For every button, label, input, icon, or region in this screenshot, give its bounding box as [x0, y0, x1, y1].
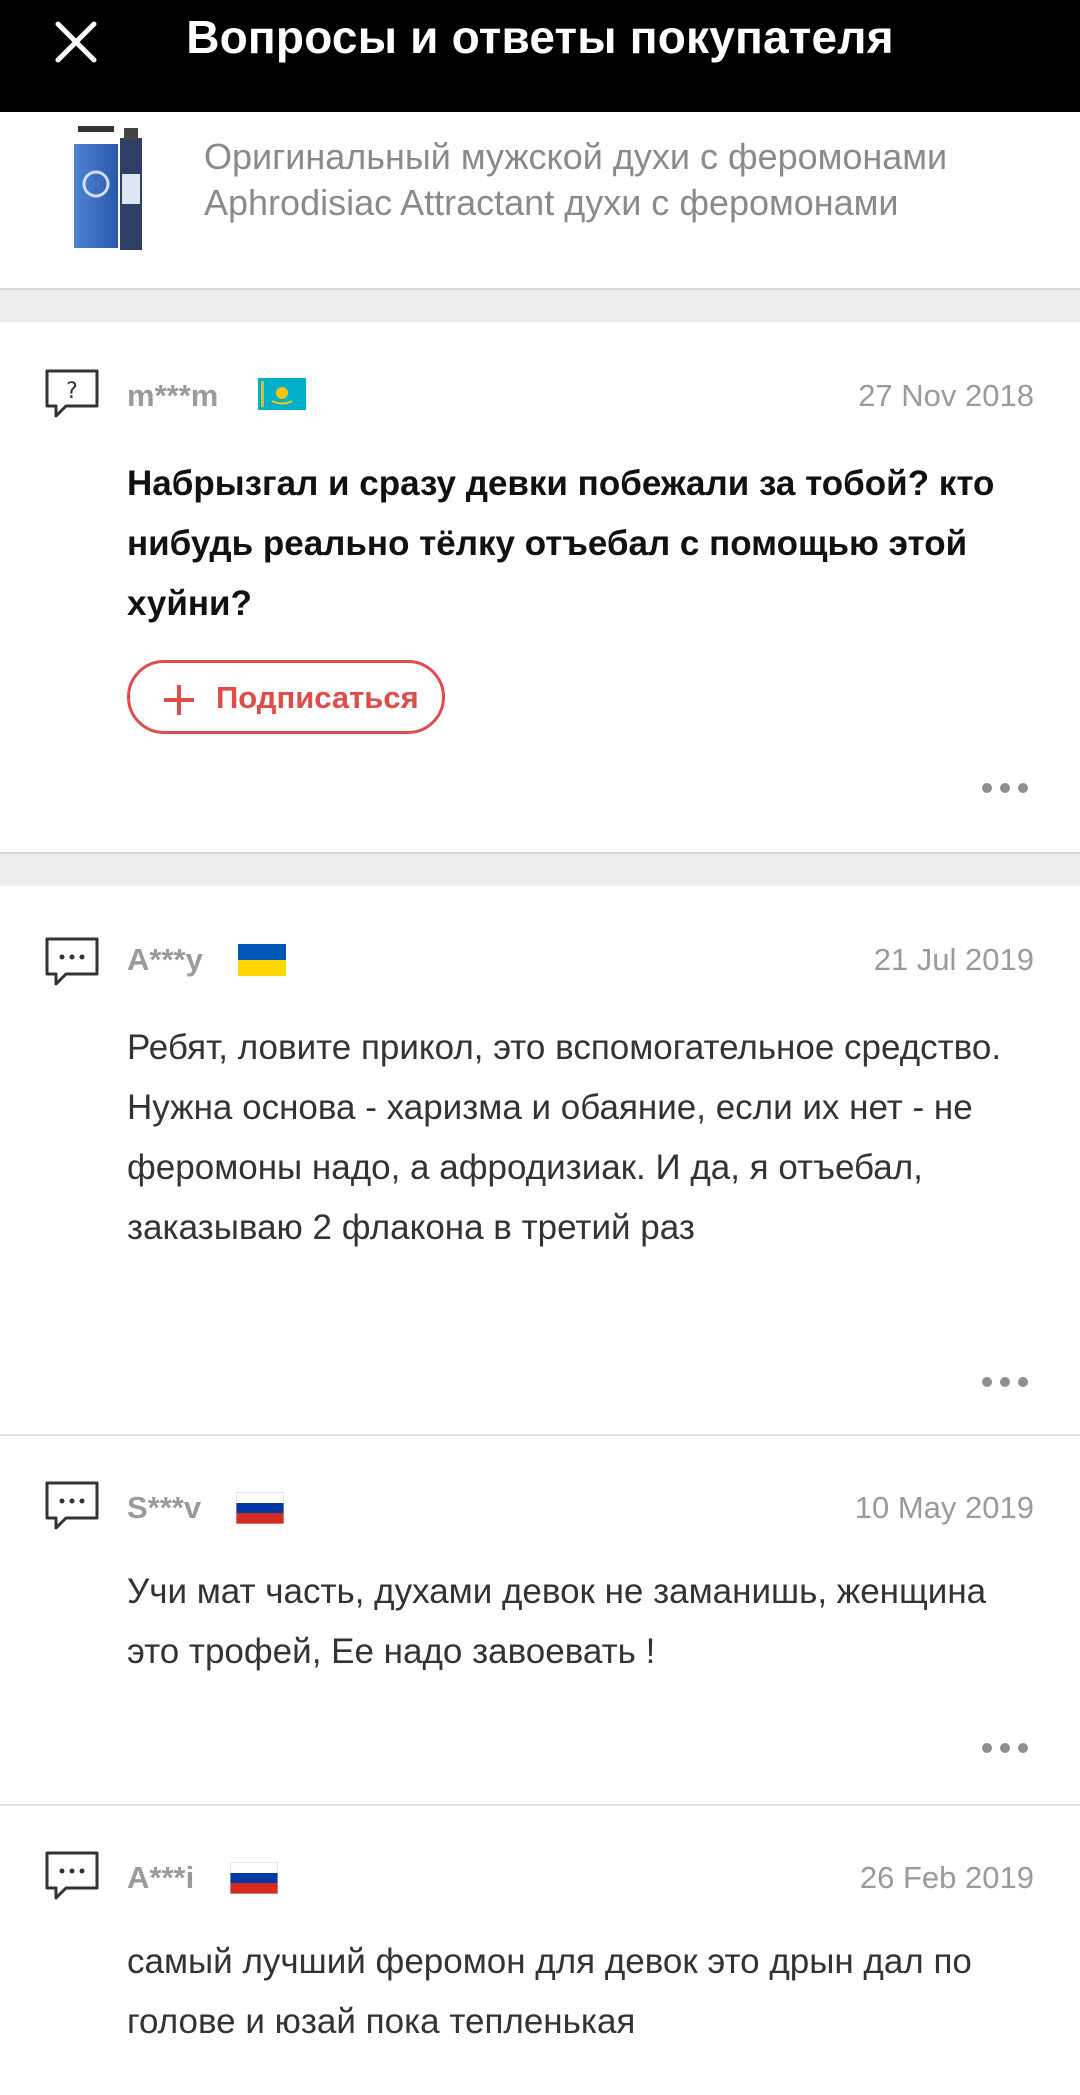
subscribe-button[interactable]: Подписаться [127, 660, 445, 734]
answer-item: A***i 26 Feb 2019 самый лучший феромон д… [0, 1806, 1080, 2095]
question-bubble-icon: ? [45, 369, 99, 418]
product-summary[interactable]: Оригинальный мужской духи с феромонами A… [0, 112, 1080, 290]
page-title: Вопросы и ответы покупателя [186, 11, 894, 63]
question-text: Набрызгал и сразу девки побежали за тобо… [127, 464, 995, 623]
question-author: m***m [127, 378, 219, 413]
answer-text: Учи мат часть, духами девок не заманишь,… [127, 1572, 987, 1671]
product-name-line1: Оригинальный мужской духи с феромонами [204, 136, 948, 177]
answer-bubble-icon [45, 1481, 99, 1530]
subscribe-label: Подписаться [216, 680, 419, 715]
product-name-line2: Aphrodisiac Attractant духи с феромонами [204, 182, 899, 223]
answer-text: самый лучший феромон для девок это дрын … [127, 1942, 972, 2041]
section-divider [0, 290, 1080, 322]
russia-flag [236, 1492, 284, 1524]
question-card: ? m***m 27 Nov 2018 Набрызгал и сразу де… [0, 322, 1080, 854]
ukraine-flag [238, 944, 286, 976]
answer-date: 10 May 2019 [854, 1490, 1034, 1525]
answer-bubble-icon [45, 1851, 99, 1900]
kazakhstan-flag [258, 378, 306, 410]
answer-author: S***v [127, 1490, 202, 1525]
more-options-icon[interactable] [982, 1375, 1028, 1389]
question-date: 27 Nov 2018 [858, 378, 1034, 413]
answer-date: 26 Feb 2019 [859, 1860, 1034, 1895]
answer-text: Ребят, ловите прикол, это вспомогательно… [127, 1028, 1002, 1247]
svg-text:?: ? [66, 379, 78, 404]
plus-icon [164, 685, 194, 715]
answer-bubble-icon [45, 937, 99, 986]
answer-author: A***y [127, 942, 203, 977]
answer-item: A***y 21 Jul 2019 Ребят, ловите прикол, … [0, 886, 1080, 1436]
answer-item: S***v 10 May 2019 Учи мат часть, духами … [0, 1436, 1080, 1806]
section-divider [0, 854, 1080, 886]
russia-flag [230, 1862, 278, 1894]
product-image [74, 126, 142, 250]
answer-date: 21 Jul 2019 [873, 942, 1034, 977]
answer-author: A***i [127, 1860, 195, 1895]
more-options-icon[interactable] [982, 781, 1028, 795]
more-options-icon[interactable] [982, 1741, 1028, 1755]
top-bar: Вопросы и ответы покупателя [0, 0, 1080, 112]
